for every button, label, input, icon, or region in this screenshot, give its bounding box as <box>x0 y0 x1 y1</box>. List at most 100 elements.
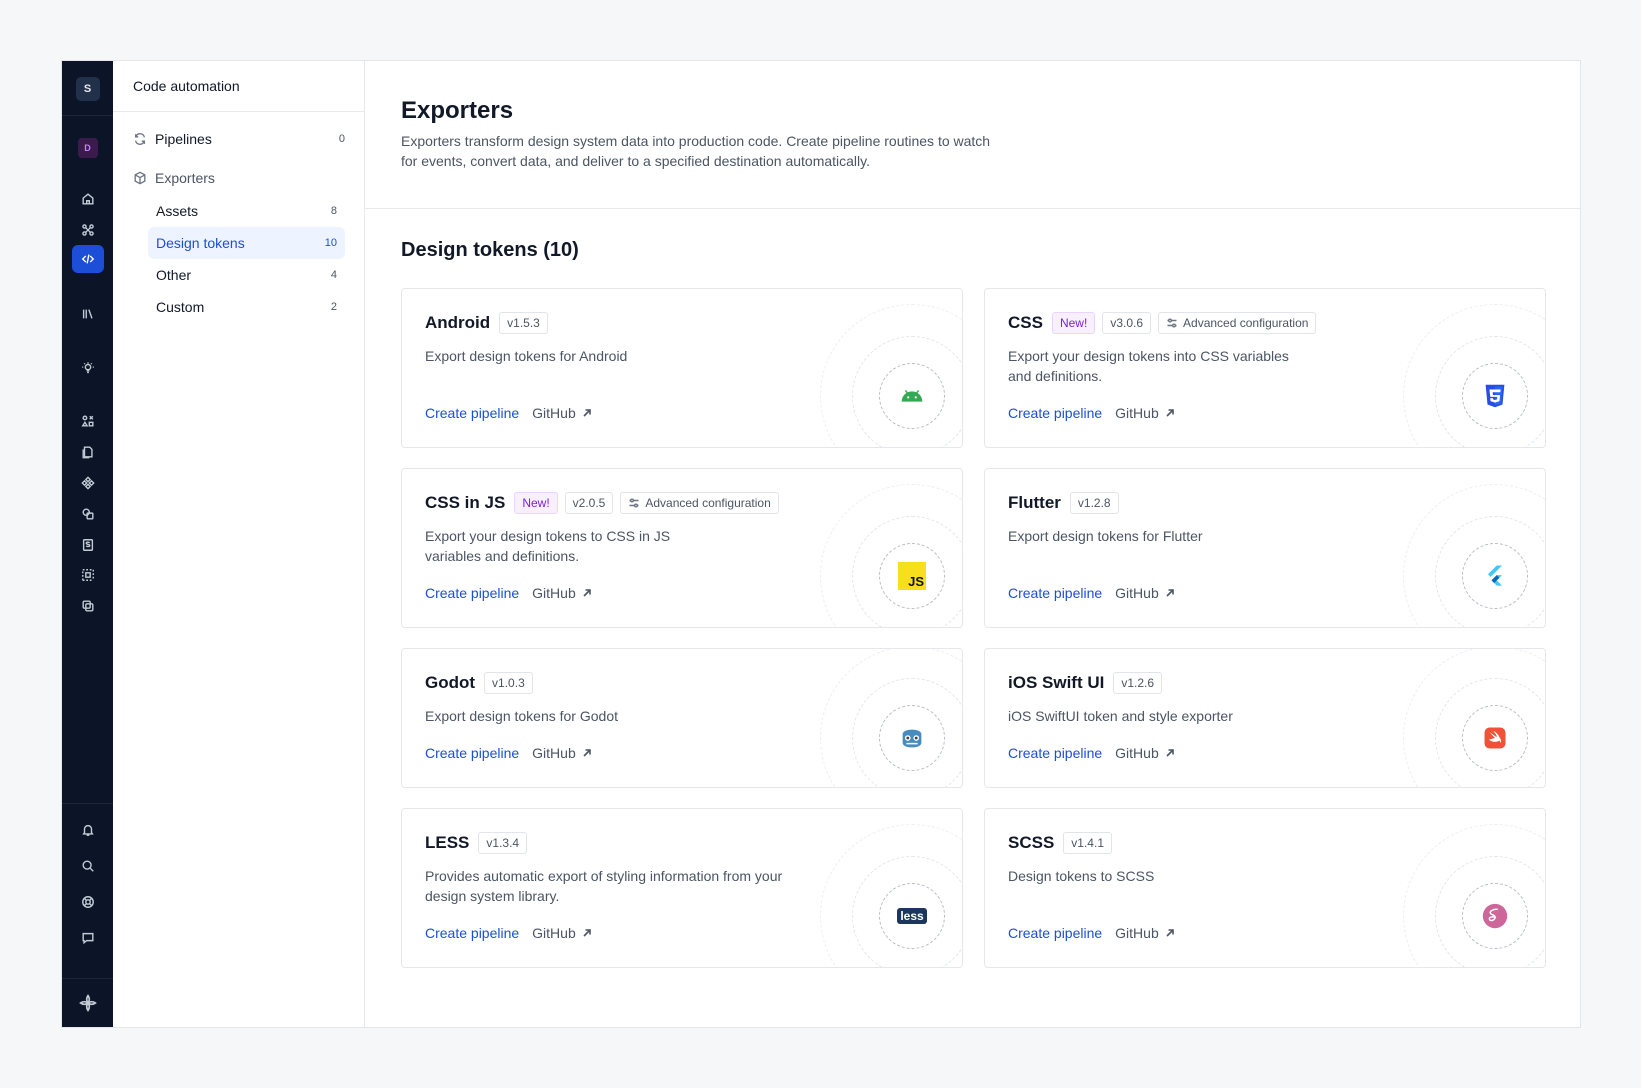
create-pipeline-link[interactable]: Create pipeline <box>425 745 519 761</box>
figma-components-icon[interactable] <box>72 469 104 497</box>
less-icon-text: less <box>897 908 927 924</box>
library-icon[interactable] <box>72 300 104 328</box>
github-link-label: GitHub <box>532 745 576 761</box>
sidebar-item-count: 0 <box>338 133 345 145</box>
swift-icon <box>1462 705 1528 771</box>
advanced-configuration-badge[interactable]: Advanced configuration <box>1158 312 1317 334</box>
sliders-icon <box>1167 318 1177 328</box>
github-link-label: GitHub <box>532 585 576 601</box>
sidebar-item-label: Other <box>156 267 192 283</box>
exporter-name: iOS Swift UI <box>1008 673 1105 692</box>
sidebar-title: Code automation <box>113 61 364 112</box>
exporter-card-css[interactable]: CSS New! v3.0.6 Advanced configuration Expo… <box>984 288 1546 448</box>
exporter-description: Export design tokens for Flutter <box>1008 528 1203 544</box>
exporter-description: Provides automatic export of styling inf… <box>425 868 783 904</box>
components-icon[interactable] <box>72 216 104 244</box>
design-system-switcher[interactable]: D <box>77 138 98 158</box>
create-pipeline-link[interactable]: Create pipeline <box>1008 585 1102 601</box>
github-link[interactable]: GitHub <box>1115 745 1175 761</box>
exporter-description: Export design tokens for Godot <box>425 708 618 724</box>
github-link[interactable]: GitHub <box>1115 925 1175 941</box>
bell-icon[interactable] <box>72 816 104 844</box>
chat-icon[interactable] <box>72 924 104 952</box>
godot-icon <box>879 705 945 771</box>
sidebar-group-exporters[interactable]: Exporters <box>133 165 345 191</box>
create-pipeline-link[interactable]: Create pipeline <box>1008 925 1102 941</box>
github-link[interactable]: GitHub <box>1115 405 1175 421</box>
external-link-icon <box>583 589 591 597</box>
exporter-card-flutter[interactable]: Flutter v1.2.8 Export design tokens for F… <box>984 468 1546 628</box>
external-link-icon <box>583 409 591 417</box>
exporter-name: Android <box>425 313 491 332</box>
exporter-name: LESS <box>425 833 470 852</box>
sidebar-item-pipelines[interactable]: Pipelines 0 <box>133 126 345 152</box>
flutter-icon <box>1462 543 1528 609</box>
external-link-icon <box>1166 409 1174 417</box>
exporter-card-css-in-js[interactable]: JS CSS in JS New! v2.0.5 Advanced configura… <box>401 468 963 628</box>
documentation-icon[interactable] <box>72 438 104 466</box>
new-badge: New! <box>1051 312 1096 334</box>
version-badge: v1.0.3 <box>484 672 533 694</box>
sidebar-item-custom[interactable]: Custom 2 <box>148 291 345 323</box>
sidebar-item-count: 4 <box>330 269 337 281</box>
github-link[interactable]: GitHub <box>532 745 592 761</box>
create-pipeline-link[interactable]: Create pipeline <box>1008 745 1102 761</box>
sidebar-item-count: 2 <box>330 301 337 313</box>
home-icon[interactable] <box>72 185 104 213</box>
sidebar-item-label: Custom <box>156 299 205 315</box>
github-link-label: GitHub <box>532 405 576 421</box>
exporter-card-godot[interactable]: Godot v1.0.3 Export design tokens for God… <box>401 648 963 788</box>
exporter-description: Export your design tokens into CSS varia… <box>1008 348 1289 384</box>
github-link-label: GitHub <box>1115 585 1159 601</box>
version-badge: v2.0.5 <box>564 492 614 514</box>
github-link-label: GitHub <box>532 925 576 941</box>
exporter-card-less[interactable]: less LESS v1.3.4 Provides automatic expor… <box>401 808 963 968</box>
sass-icon <box>1462 883 1528 949</box>
sidebar-item-assets[interactable]: Assets 8 <box>148 195 345 227</box>
sidebar-item-design-tokens[interactable]: Design tokens 10 <box>148 227 345 259</box>
search-icon[interactable] <box>72 852 104 880</box>
github-link[interactable]: GitHub <box>1115 585 1175 601</box>
create-pipeline-link[interactable]: Create pipeline <box>425 925 519 941</box>
section-title: Design tokens (10) <box>401 239 579 261</box>
assets-icon[interactable] <box>72 500 104 528</box>
exporter-card-scss[interactable]: SCSS v1.4.1 Design tokens to SCSS Create … <box>984 808 1546 968</box>
tokens-icon[interactable] <box>72 407 104 435</box>
js-icon: JS <box>879 543 945 609</box>
create-pipeline-link[interactable]: Create pipeline <box>425 405 519 421</box>
create-pipeline-link[interactable]: Create pipeline <box>1008 405 1102 421</box>
supernova-logo-icon[interactable] <box>72 989 104 1017</box>
exporter-name: Godot <box>425 673 476 692</box>
external-link-icon <box>1166 929 1174 937</box>
exporter-description: Export design tokens for Android <box>425 348 628 364</box>
version-badge: v1.3.4 <box>478 832 528 854</box>
sidebar-item-label: Assets <box>156 203 199 219</box>
page-description: Exporters transform design system data i… <box>401 133 991 169</box>
page-header: Exporters Exporters transform design sys… <box>365 61 1580 209</box>
help-icon[interactable] <box>72 888 104 916</box>
sidebar-item-other[interactable]: Other 4 <box>148 259 345 291</box>
rail-divider-bottom <box>62 803 113 804</box>
frame-icon[interactable] <box>72 561 104 589</box>
storybook-icon[interactable] <box>72 531 104 559</box>
github-link[interactable]: GitHub <box>532 925 592 941</box>
exporter-name: SCSS <box>1008 833 1055 852</box>
workspace-switcher[interactable]: S <box>75 77 100 101</box>
package-icon <box>134 171 146 185</box>
exporter-card-ios-swift-ui[interactable]: iOS Swift UI v1.2.6 iOS SwiftUI token and… <box>984 648 1546 788</box>
lightbulb-icon[interactable] <box>72 354 104 382</box>
advanced-configuration-badge[interactable]: Advanced configuration <box>620 492 779 514</box>
icon-rail: S D <box>62 61 113 1027</box>
create-pipeline-link[interactable]: Create pipeline <box>425 585 519 601</box>
exporter-card-android[interactable]: Android v1.5.3 Export design tokens for A… <box>401 288 963 448</box>
code-automation-icon[interactable] <box>71 245 104 273</box>
github-link[interactable]: GitHub <box>532 585 592 601</box>
copies-icon[interactable] <box>72 592 104 620</box>
external-link-icon <box>1166 749 1174 757</box>
version-badge: v3.0.6 <box>1102 312 1152 334</box>
external-link-icon <box>583 749 591 757</box>
github-link[interactable]: GitHub <box>532 405 592 421</box>
sidebar-item-label: Pipelines <box>155 131 212 147</box>
github-link-label: GitHub <box>1115 405 1159 421</box>
page-title: Exporters <box>401 97 514 124</box>
